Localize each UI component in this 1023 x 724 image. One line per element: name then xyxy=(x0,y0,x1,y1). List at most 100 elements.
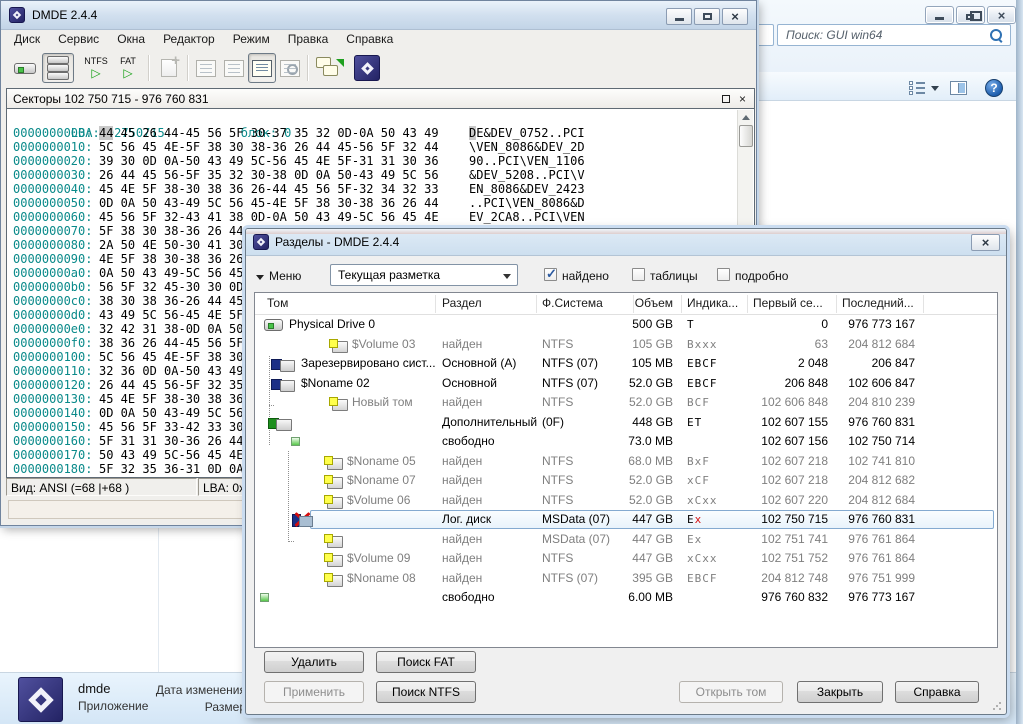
partition-row[interactable]: $Noname 07найденNTFS52.0 GBxCF102 607 21… xyxy=(255,471,997,491)
main-titlebar[interactable]: DMDE 2.4.4 xyxy=(1,1,756,30)
column-header-3[interactable]: Ф.Система xyxy=(542,296,603,310)
checkbox-1[interactable] xyxy=(544,268,557,281)
open-disk-button[interactable] xyxy=(9,53,41,83)
dialog-menu-button[interactable]: Меню xyxy=(256,269,301,283)
indicator-letters: ET xyxy=(687,416,702,429)
sector-view-button[interactable] xyxy=(248,53,276,83)
main-maximize-button[interactable] xyxy=(694,8,720,25)
menu-item-7[interactable]: Справка xyxy=(337,30,402,49)
search-ntfs-button[interactable]: Поиск NTFS xyxy=(376,681,476,703)
checkbox-3[interactable] xyxy=(717,268,730,281)
main-close-button[interactable]: × xyxy=(722,8,748,25)
delete-button[interactable]: Удалить xyxy=(264,651,364,673)
volume-name: Physical Drive 0 xyxy=(289,315,375,335)
hex-ascii[interactable]: ..PCI\VEN_8086&D xyxy=(469,196,585,210)
copy-sectors-button[interactable] xyxy=(312,53,346,83)
menu-item-2[interactable]: Сервис xyxy=(49,30,108,49)
dialog-close-button[interactable]: × xyxy=(971,234,1000,251)
help-button[interactable]: Справка xyxy=(895,681,979,703)
partition-row[interactable]: Лог. дискMSData (07)447 GBEx102 750 7159… xyxy=(255,510,997,530)
partition-row[interactable]: $Noname 02ОсновнойNTFS (07)52.0 GBEBCF20… xyxy=(255,374,997,394)
hex-bytes[interactable]: 39 30 0D 0A-50 43 49 5C-56 45 4E 5F-31 3… xyxy=(99,154,469,168)
partition-row[interactable]: $Noname 05найденNTFS68.0 MBBxF102 607 21… xyxy=(255,452,997,472)
hex-bytes[interactable]: 26 44 45 56-5F 35 32 30-38 0D 0A 50-43 4… xyxy=(99,168,469,182)
column-divider[interactable] xyxy=(536,295,537,313)
partition-row[interactable]: Новый томнайденNTFS52.0 GB BCF102 606 84… xyxy=(255,393,997,413)
hex-bytes[interactable]: 0D 0A 50 43-49 5C 56 45-4E 5F 38 30-38 3… xyxy=(99,196,469,210)
column-divider[interactable] xyxy=(633,295,634,313)
fat-search-button[interactable]: FAT▷ xyxy=(113,53,143,83)
search-fat-button[interactable]: Поиск FAT xyxy=(376,651,476,673)
partition-row[interactable]: свободно73.0 MB102 607 156102 750 714 xyxy=(255,432,997,452)
hex-ascii[interactable]: DE&DEV_0752..PCI xyxy=(469,126,585,140)
dmde-about-button[interactable] xyxy=(351,53,383,83)
partition-row[interactable]: Physical Drive 0500 GBT0976 773 167 xyxy=(255,315,997,335)
column-header-4[interactable]: Объем xyxy=(635,296,673,310)
checkbox-label-2[interactable]: таблицы xyxy=(650,269,698,283)
hex-ascii[interactable]: EV_2CA8..PCI\VEN xyxy=(469,210,585,224)
checkbox-label-1[interactable]: найдено xyxy=(562,269,609,283)
hex-bytes[interactable]: 45 56 5F 32-43 41 38 0D-0A 50 43 49-5C 5… xyxy=(99,210,469,224)
chevron-down-icon xyxy=(503,274,511,279)
menu-item-1[interactable]: Диск xyxy=(5,30,49,49)
hex-bytes[interactable]: 45 4E 5F 38-30 38 36 26-44 45 56 5F-32 3… xyxy=(99,182,469,196)
search-input[interactable]: Поиск: GUI win64 xyxy=(777,24,1011,46)
resize-grip[interactable] xyxy=(992,701,1002,711)
hex-ascii[interactable]: &DEV_5208..PCI\V xyxy=(469,168,585,182)
hex-ascii[interactable]: EN_8086&DEV_2423 xyxy=(469,182,585,196)
menu-item-4[interactable]: Редактор xyxy=(154,30,224,49)
partition-row[interactable]: $Volume 09найденNTFS447 GBxCxx102 751 75… xyxy=(255,549,997,569)
panel-close-button[interactable]: × xyxy=(736,92,749,105)
hex-ascii[interactable]: \VEN_8086&DEV_2D xyxy=(469,140,585,154)
layout-select[interactable]: Текущая разметка xyxy=(330,264,518,286)
partition-row[interactable]: $Noname 08найденNTFS (07)395 GBEBCF204 8… xyxy=(255,569,997,589)
explorer-close-button[interactable]: × xyxy=(987,6,1016,24)
partition-row[interactable]: $Volume 03найденNTFS105 GBBxxx63204 812 … xyxy=(255,335,997,355)
hex-bytes[interactable]: 5C 56 45 4E-5F 38 30 38-36 26 44 45-56 5… xyxy=(99,140,469,154)
dialog-titlebar[interactable]: Разделы - DMDE 2.4.4 xyxy=(246,229,1006,256)
explorer-minimize-button[interactable] xyxy=(925,6,954,24)
close-button[interactable]: Закрыть xyxy=(797,681,883,703)
preview-pane-button[interactable] xyxy=(950,81,967,95)
checkbox-label-3[interactable]: подробно xyxy=(735,269,788,283)
views-button[interactable] xyxy=(909,81,925,95)
file-system: NTFS xyxy=(542,549,573,569)
partitions-table: Том Раздел Ф.Система Объем Индика... Первый с… xyxy=(254,292,998,648)
scroll-up-button[interactable] xyxy=(740,111,752,123)
column-header-6[interactable]: Первый се... xyxy=(753,296,823,310)
hex-cursor[interactable]: 44 xyxy=(99,126,113,140)
column-divider[interactable] xyxy=(836,295,837,313)
checkbox-2[interactable] xyxy=(632,268,645,281)
menu-item-3[interactable]: Окна xyxy=(108,30,154,49)
column-divider[interactable] xyxy=(681,295,682,313)
panel-maximize-button[interactable] xyxy=(719,92,732,105)
volume-icon xyxy=(329,339,346,351)
hex-address: 0000000160: xyxy=(13,434,99,448)
partition-row[interactable]: Дополнительный(0F)448 GBET102 607 155976… xyxy=(255,413,997,433)
partition-row[interactable]: свободно6.00 MB976 760 832976 773 167 xyxy=(255,588,997,608)
views-dropdown-icon[interactable] xyxy=(931,86,939,91)
hex-row: 0000000050:0D 0A 50 43-49 5C 56 45-4E 5F… xyxy=(8,196,736,210)
column-header-5[interactable]: Индика... xyxy=(687,296,738,310)
column-header-1[interactable]: Том xyxy=(267,296,288,310)
partition-row[interactable]: Зарезервировано сист...Основной (A)NTFS … xyxy=(255,354,997,374)
table-header[interactable]: Том Раздел Ф.Система Объем Индика... Первый с… xyxy=(255,293,997,315)
main-minimize-button[interactable] xyxy=(666,8,692,25)
partition-row[interactable]: найденMSData (07)447 GBEx102 751 741976 … xyxy=(255,530,997,550)
help-icon[interactable]: ? xyxy=(985,79,1003,97)
explorer-restore-button[interactable] xyxy=(956,6,985,24)
partition-row[interactable]: $Volume 06найденNTFS52.0 GBxCxx102 607 2… xyxy=(255,491,997,511)
column-header-7[interactable]: Последний... xyxy=(842,296,914,310)
ntfs-search-button[interactable]: NTFS▷ xyxy=(81,53,111,83)
column-divider[interactable] xyxy=(435,295,436,313)
search-icon xyxy=(280,60,300,77)
hex-ascii[interactable]: 90..PCI\VEN_1106 xyxy=(469,154,585,168)
column-divider[interactable] xyxy=(747,295,748,313)
menu-item-5[interactable]: Режим xyxy=(224,30,279,49)
column-header-2[interactable]: Раздел xyxy=(442,296,482,310)
hex-bytes[interactable]: 44 45 26 44-45 56 5F 30-37 35 32 0D-0A 5… xyxy=(99,126,469,140)
scrollbar-thumb[interactable] xyxy=(739,125,753,147)
column-divider[interactable] xyxy=(923,295,924,313)
partitions-button[interactable] xyxy=(42,53,74,83)
menu-item-6[interactable]: Правка xyxy=(279,30,338,49)
